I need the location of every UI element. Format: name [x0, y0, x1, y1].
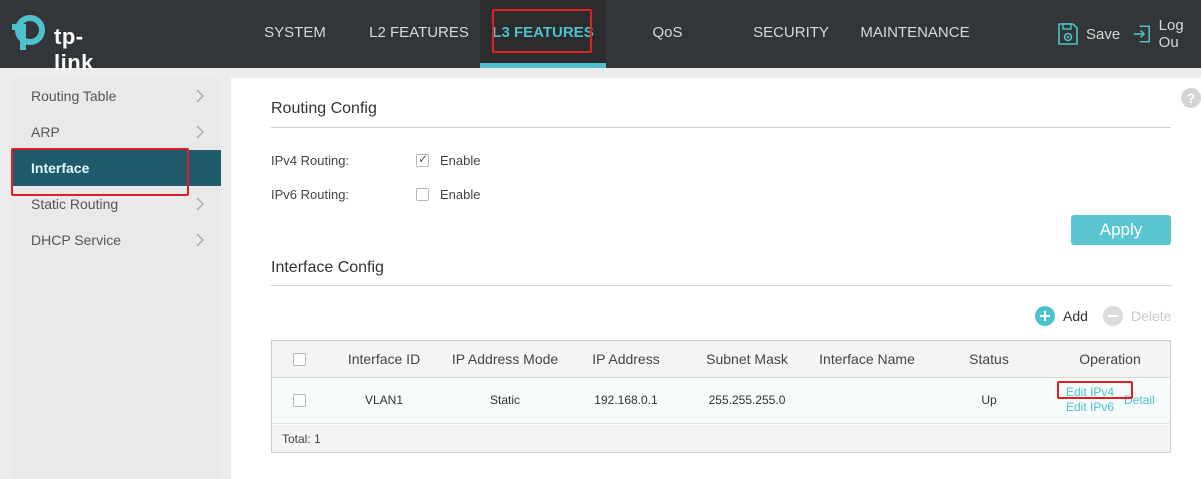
column-header[interactable]: Status	[952, 351, 1026, 367]
sidebar-item-dhcp-service[interactable]: DHCP Service	[11, 222, 221, 258]
tab-qos[interactable]: QoS	[620, 0, 715, 68]
sidebar-item-arp[interactable]: ARP	[11, 114, 221, 150]
detail-link[interactable]: Detail	[1124, 393, 1155, 407]
sidebar-item-label: ARP	[31, 124, 60, 140]
column-header[interactable]: Interface ID	[332, 351, 436, 367]
sidebar-item-routing-table[interactable]: Routing Table	[11, 78, 221, 114]
delete-button[interactable]: Delete	[1103, 306, 1171, 326]
add-button[interactable]: Add	[1035, 306, 1088, 326]
delete-label: Delete	[1131, 308, 1172, 324]
column-header[interactable]: Interface Name	[807, 351, 927, 367]
sidebar-item-label: Static Routing	[31, 196, 119, 212]
cell-ip-mode: Static	[489, 393, 520, 407]
tab-l3-features[interactable]: L3 FEATURES	[480, 0, 606, 68]
table-header: Interface ID IP Address Mode IP Address …	[272, 341, 1170, 378]
chevron-right-icon	[196, 233, 204, 247]
tab-system[interactable]: SYSTEM	[245, 0, 345, 68]
logo-text: tp-link	[54, 24, 94, 75]
interface-config-title: Interface Config	[271, 259, 384, 276]
ipv4-enable-label: Enable	[440, 153, 481, 168]
tab-security[interactable]: SECURITY	[740, 0, 842, 68]
sidebar: Routing Table ARP Interface Static Routi…	[11, 78, 221, 479]
ipv6-enable-label: Enable	[440, 187, 481, 202]
logout-icon	[1133, 25, 1150, 43]
tp-link-logo-icon	[12, 15, 45, 50]
edit-ipv6-link[interactable]: Edit IPv6	[1066, 400, 1114, 414]
column-header: Operation	[1079, 351, 1141, 367]
table-row[interactable]: VLAN1 Static 192.168.0.1 255.255.255.0 U…	[272, 378, 1170, 424]
tab-l2-features[interactable]: L2 FEATURES	[360, 0, 478, 68]
column-header[interactable]: IP Address	[572, 351, 680, 367]
cell-subnet-mask: 255.255.255.0	[708, 393, 786, 407]
chevron-right-icon	[196, 125, 204, 139]
logout-button[interactable]: Log Ou	[1132, 17, 1201, 51]
ipv4-routing-checkbox[interactable]	[416, 152, 429, 167]
minus-circle-icon	[1103, 306, 1123, 326]
cell-interface-id: VLAN1	[364, 393, 404, 407]
help-icon[interactable]: ?	[1181, 88, 1201, 108]
save-gear-icon	[1058, 23, 1078, 45]
cell-ip-address: 192.168.0.1	[594, 393, 658, 407]
sidebar-item-label: DHCP Service	[31, 232, 121, 248]
row-checkbox[interactable]	[293, 394, 306, 407]
column-header[interactable]: IP Address Mode	[442, 351, 568, 367]
sidebar-item-label: Interface	[31, 160, 90, 176]
ipv6-routing-label: IPv6 Routing:	[271, 187, 350, 202]
sidebar-item-label: Routing Table	[31, 88, 117, 104]
plus-circle-icon	[1035, 306, 1055, 326]
sidebar-item-static-routing[interactable]: Static Routing	[11, 186, 221, 222]
save-label: Save	[1086, 25, 1121, 43]
select-all-checkbox[interactable]	[293, 353, 306, 366]
tp-link-logo: tp-link	[10, 14, 120, 75]
sidebar-item-interface[interactable]: Interface	[11, 150, 221, 186]
top-navigation-bar: tp-link SYSTEM L2 FEATURES L3 FEATURES Q…	[0, 0, 1201, 75]
ipv4-routing-label: IPv4 Routing:	[271, 153, 350, 168]
chevron-right-icon	[196, 89, 204, 103]
routing-config-title: Routing Config	[271, 100, 377, 117]
table-footer: Total: 1	[272, 425, 1170, 452]
chevron-right-icon	[196, 197, 204, 211]
cell-status: Up	[981, 393, 997, 407]
logout-label: Log Ou	[1158, 17, 1184, 51]
apply-button[interactable]: Apply	[1071, 215, 1171, 245]
section-divider	[271, 285, 1171, 286]
total-count: Total: 1	[282, 432, 321, 446]
interface-table: Interface ID IP Address Mode IP Address …	[271, 340, 1171, 453]
section-divider	[271, 127, 1171, 128]
tab-maintenance[interactable]: MAINTENANCE	[858, 0, 972, 68]
column-header[interactable]: Subnet Mask	[692, 351, 802, 367]
save-button[interactable]: Save	[1056, 20, 1120, 48]
edit-ipv4-link[interactable]: Edit IPv4	[1066, 385, 1114, 399]
ipv6-routing-checkbox[interactable]	[416, 188, 429, 201]
add-label: Add	[1063, 308, 1088, 324]
